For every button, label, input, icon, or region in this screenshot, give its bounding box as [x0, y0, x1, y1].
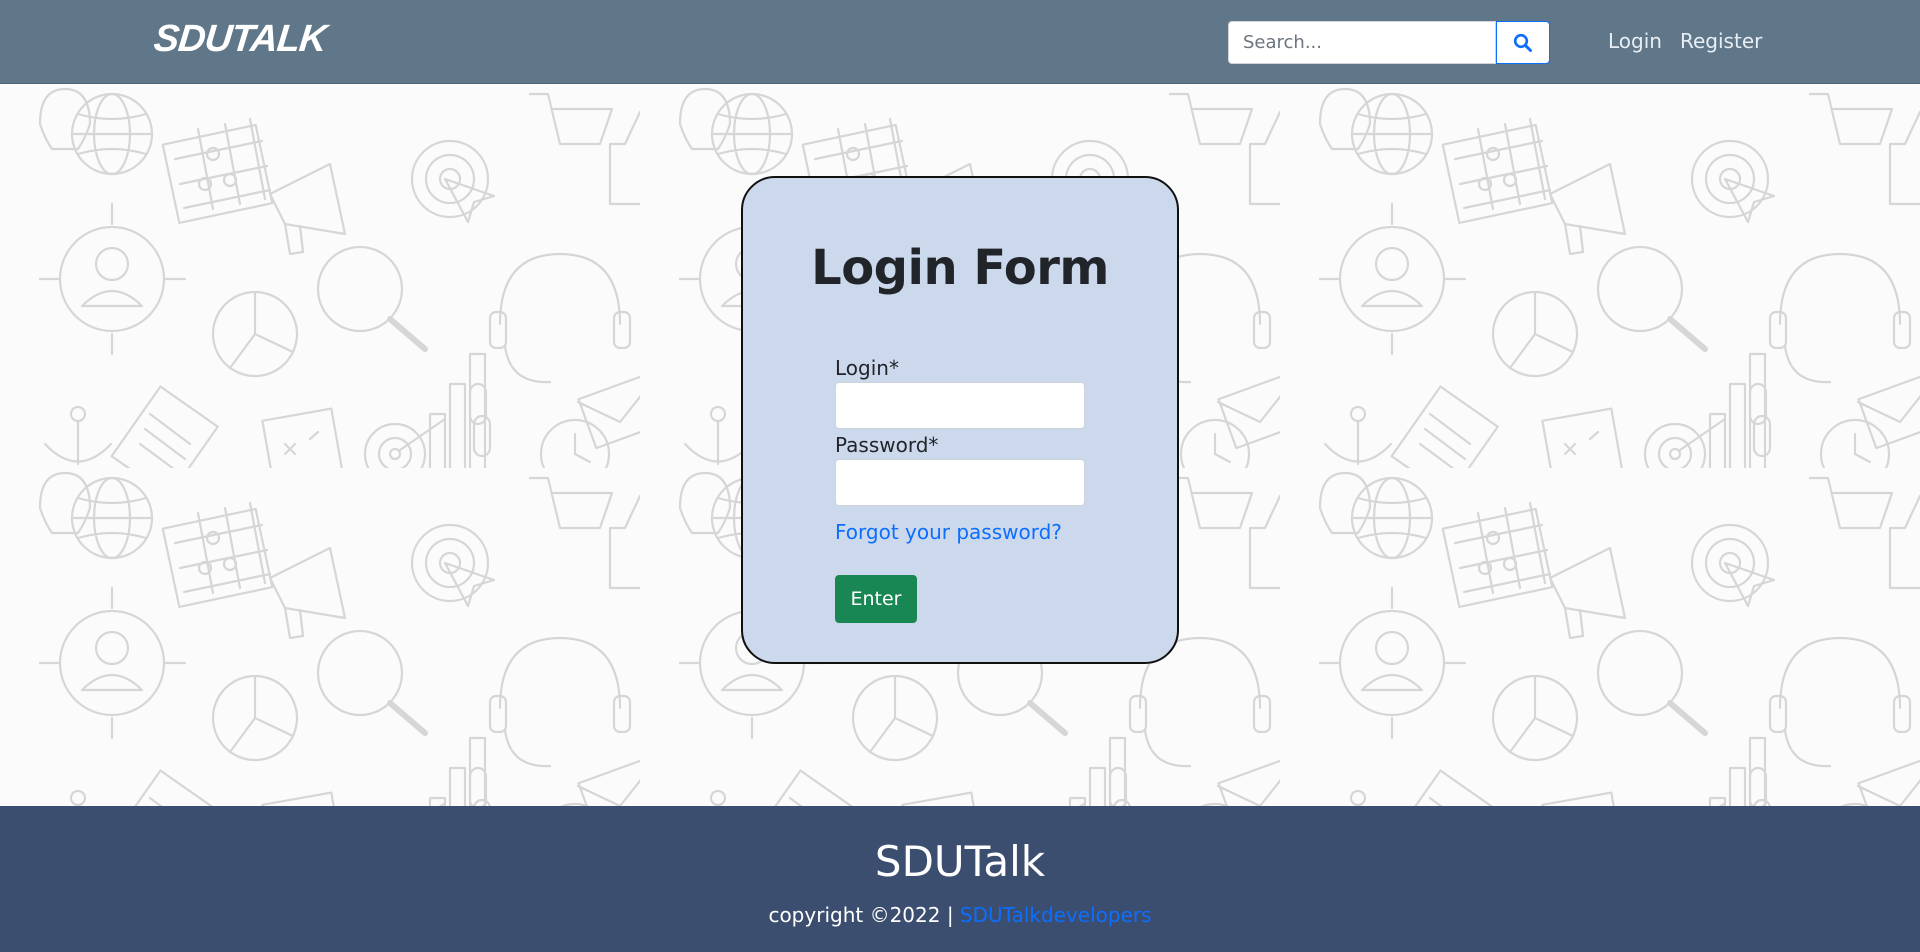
login-input[interactable]	[835, 382, 1085, 429]
developers-link[interactable]: SDUTalkdevelopers	[960, 903, 1152, 927]
footer-copyright: copyright ©2022 | SDUTalkdevelopers	[0, 903, 1920, 927]
top-navbar: SDUTALK Login Register	[0, 0, 1920, 84]
main-content: Login Form Login* Password* Forgot your …	[0, 84, 1920, 806]
login-card: Login Form Login* Password* Forgot your …	[741, 176, 1179, 664]
forgot-password-link[interactable]: Forgot your password?	[835, 520, 1062, 544]
enter-button[interactable]: Enter	[835, 575, 917, 623]
site-logo[interactable]: SDUTALK	[152, 18, 328, 61]
password-input[interactable]	[835, 459, 1085, 506]
password-field-label: Password*	[835, 433, 939, 457]
copyright-text: copyright ©2022 |	[768, 903, 954, 927]
nav-login-link[interactable]: Login	[1608, 29, 1662, 53]
search-form	[1228, 21, 1550, 64]
search-button[interactable]	[1496, 21, 1550, 64]
login-field-label: Login*	[835, 356, 899, 380]
search-input[interactable]	[1228, 21, 1496, 64]
search-icon	[1513, 33, 1532, 52]
footer: SDUTalk copyright ©2022 | SDUTalkdevelop…	[0, 806, 1920, 952]
nav-register-link[interactable]: Register	[1680, 29, 1762, 53]
footer-brand: SDUTalk	[874, 837, 1046, 886]
login-form-title: Login Form	[811, 240, 1109, 296]
